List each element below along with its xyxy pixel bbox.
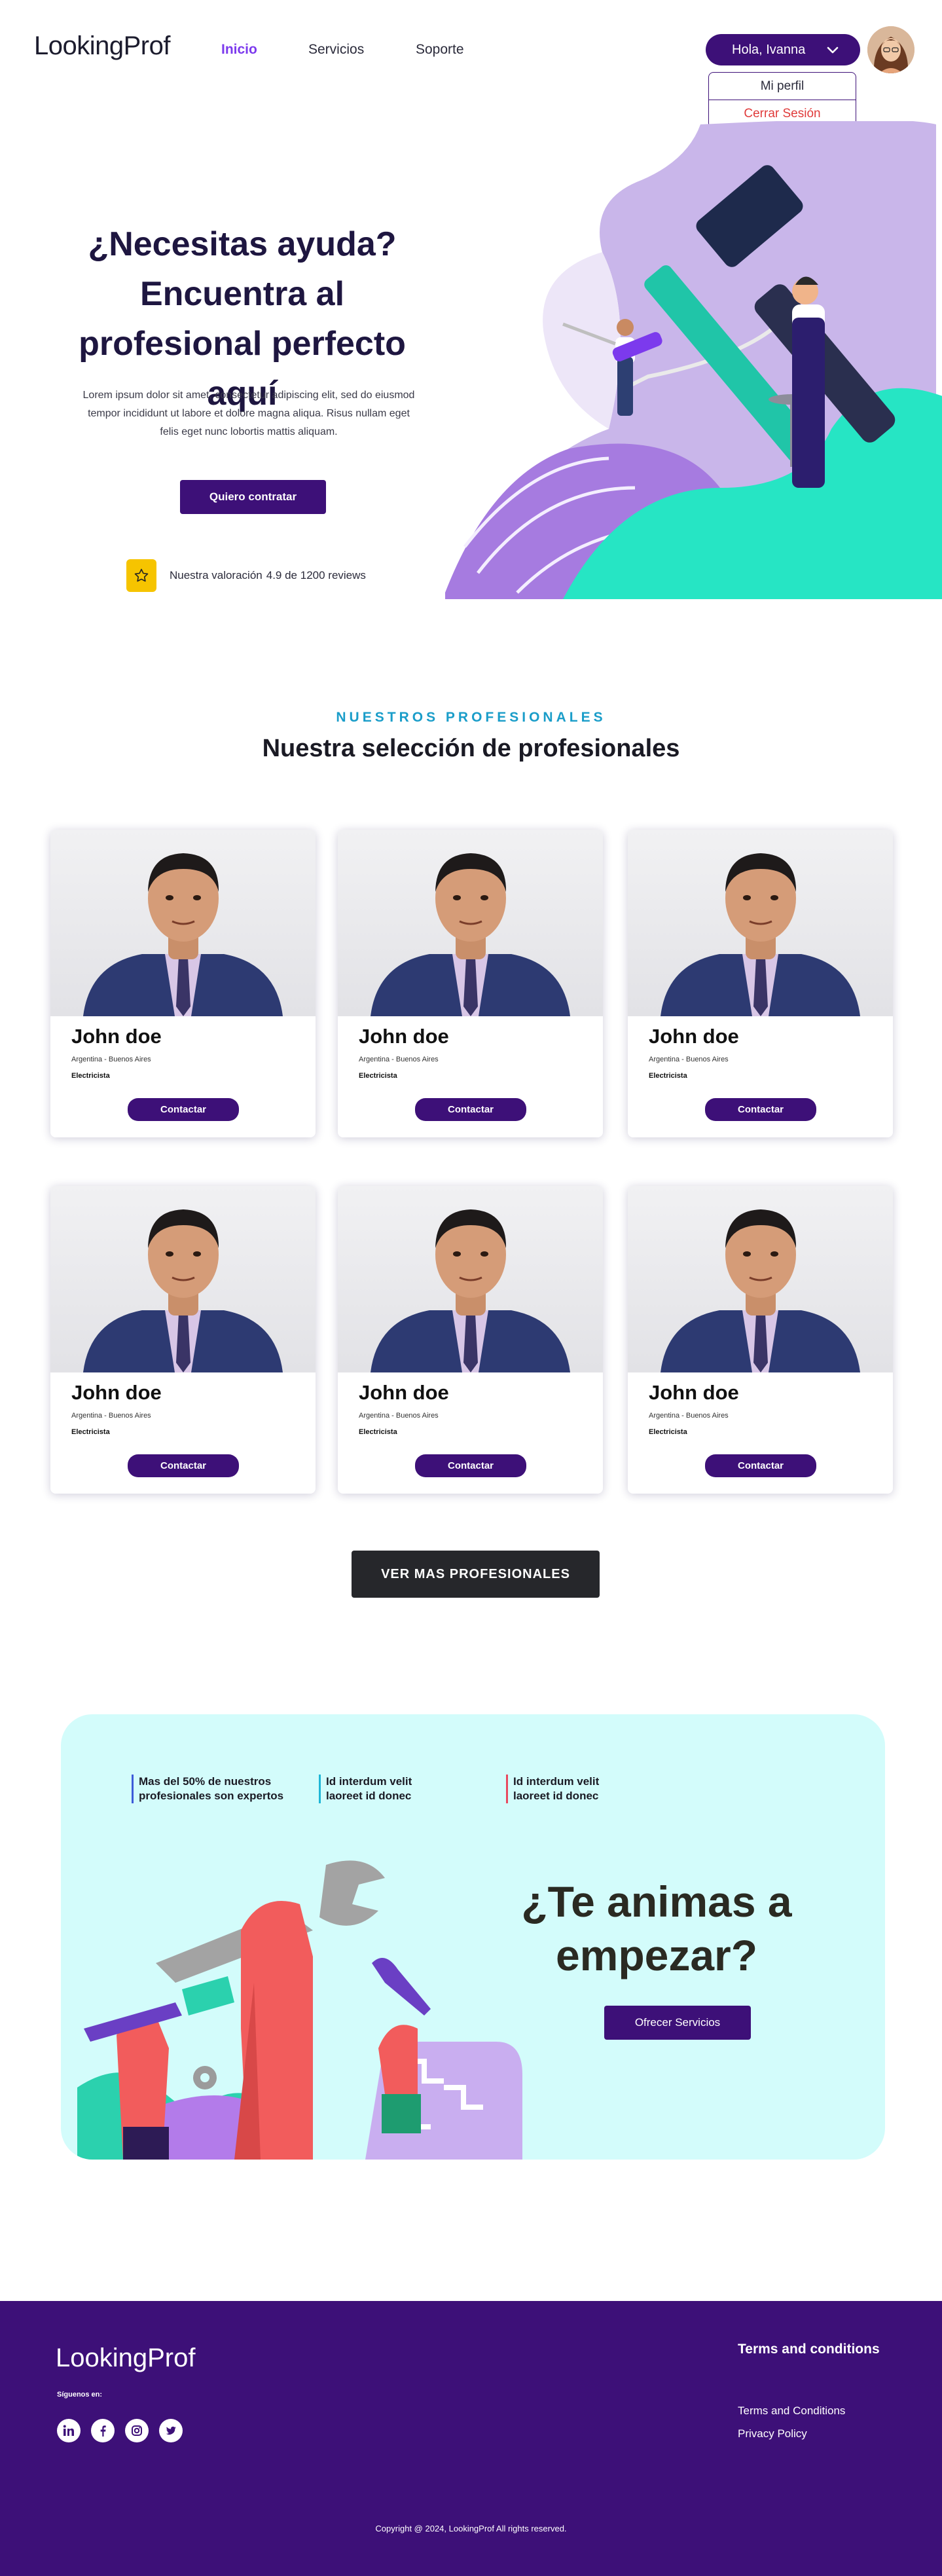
professional-location: Argentina - Buenos Aires: [649, 1412, 729, 1420]
avatar-photo: [867, 26, 915, 73]
user-dropdown-menu: Mi perfil Cerrar Sesión: [708, 72, 856, 128]
contact-button[interactable]: Contactar: [705, 1098, 816, 1121]
footer-links-title: Terms and conditions: [738, 2342, 880, 2357]
professional-card: John doe Argentina - Buenos Aires Electric…: [50, 1186, 316, 1494]
stat-item: Id interdum velit laoreet id donec: [506, 1775, 599, 1803]
professional-location: Argentina - Buenos Aires: [71, 1056, 151, 1063]
stat-line: profesionales son expertos: [139, 1790, 284, 1802]
professional-name: John doe: [359, 1025, 449, 1048]
stat-item: Id interdum velit laoreet id donec: [319, 1775, 412, 1803]
section-eyebrow: NUESTROS PROFESIONALES: [336, 710, 606, 725]
professional-photo: [50, 830, 316, 1016]
professional-name: John doe: [649, 1381, 739, 1404]
cta-illustration: [77, 1860, 522, 2160]
site-logo[interactable]: LookingProf: [34, 31, 170, 61]
contact-button[interactable]: Contactar: [415, 1454, 526, 1477]
professional-location: Argentina - Buenos Aires: [649, 1056, 729, 1063]
professional-card: John doe Argentina - Buenos Aires Electric…: [338, 1186, 603, 1494]
facebook-icon[interactable]: [91, 2419, 115, 2442]
hero-description: Lorem ipsum dolor sit amet, consectetur …: [82, 390, 415, 437]
twitter-icon[interactable]: [159, 2419, 183, 2442]
professional-location: Argentina - Buenos Aires: [359, 1412, 439, 1420]
professional-name: John doe: [71, 1025, 162, 1048]
professional-photo: [628, 830, 893, 1016]
rating-value: 4.9 de 1200 reviews: [266, 569, 366, 581]
contact-button[interactable]: Contactar: [128, 1098, 239, 1121]
social-links: [57, 2419, 183, 2442]
nav-soporte[interactable]: Soporte: [416, 42, 464, 58]
stat-line: Id interdum velit: [326, 1775, 412, 1788]
professional-role: Electricista: [649, 1428, 687, 1436]
avatar[interactable]: [867, 26, 915, 73]
instagram-icon[interactable]: [125, 2419, 149, 2442]
professional-role: Electricista: [649, 1072, 687, 1080]
professional-photo: [338, 830, 603, 1016]
stat-line: Id interdum velit: [513, 1775, 600, 1788]
see-more-button[interactable]: VER MAS PROFESIONALES: [352, 1551, 600, 1598]
professional-name: John doe: [71, 1381, 162, 1404]
hero-illustration: [445, 121, 942, 599]
stat-line: laoreet id donec: [513, 1790, 599, 1802]
section-title: Nuestra selección de profesionales: [262, 735, 680, 762]
professional-card: John doe Argentina - Buenos Aires Electric…: [338, 830, 603, 1137]
contact-button[interactable]: Contactar: [705, 1454, 816, 1477]
professional-role: Electricista: [71, 1428, 110, 1436]
stat-item: Mas del 50% de nuestros profesionales so…: [132, 1775, 283, 1803]
rating-label: Nuestra valoración: [170, 569, 263, 581]
professional-location: Argentina - Buenos Aires: [71, 1412, 151, 1420]
nav-servicios[interactable]: Servicios: [308, 42, 364, 58]
nav-inicio[interactable]: Inicio: [221, 42, 257, 58]
professional-role: Electricista: [71, 1072, 110, 1080]
privacy-link[interactable]: Privacy Policy: [738, 2427, 807, 2440]
user-menu-button[interactable]: Hola, Ivanna: [706, 34, 860, 65]
rating-summary: Nuestra valoración 4.9 de 1200 reviews: [126, 559, 366, 592]
follow-label: Síguenos en:: [57, 2391, 103, 2399]
cta-banner: Mas del 50% de nuestros profesionales so…: [61, 1714, 885, 2160]
professional-name: John doe: [649, 1025, 739, 1048]
linkedin-icon[interactable]: [57, 2419, 81, 2442]
site-footer: LookingProf Síguenos en: Terms and condi…: [0, 2301, 942, 2576]
stat-line: laoreet id donec: [326, 1790, 412, 1802]
professional-photo: [50, 1186, 316, 1372]
professional-location: Argentina - Buenos Aires: [359, 1056, 439, 1063]
professional-name: John doe: [359, 1381, 449, 1404]
site-header: LookingProf Inicio Servicios Soporte Hol…: [0, 0, 942, 128]
star-icon: [126, 559, 156, 592]
offer-services-button[interactable]: Ofrecer Servicios: [604, 2006, 751, 2040]
footer-logo[interactable]: LookingProf: [56, 2344, 195, 2373]
contact-button[interactable]: Contactar: [415, 1098, 526, 1121]
hire-button[interactable]: Quiero contratar: [180, 480, 326, 514]
menu-item-profile[interactable]: Mi perfil: [709, 73, 856, 100]
professional-photo: [338, 1186, 603, 1372]
professional-role: Electricista: [359, 1072, 397, 1080]
professional-card: John doe Argentina - Buenos Aires Electric…: [628, 1186, 893, 1494]
professional-photo: [628, 1186, 893, 1372]
user-greeting: Hola, Ivanna: [732, 42, 806, 57]
professional-card: John doe Argentina - Buenos Aires Electric…: [50, 830, 316, 1137]
copyright-text: Copyright @ 2024, LookingProf All rights…: [375, 2524, 567, 2533]
contact-button[interactable]: Contactar: [128, 1454, 239, 1477]
stat-line: Mas del 50% de nuestros: [139, 1775, 272, 1788]
professional-role: Electricista: [359, 1428, 397, 1436]
chevron-down-icon: [827, 46, 839, 54]
terms-link[interactable]: Terms and Conditions: [738, 2404, 845, 2418]
professional-card: John doe Argentina - Buenos Aires Electric…: [628, 830, 893, 1137]
